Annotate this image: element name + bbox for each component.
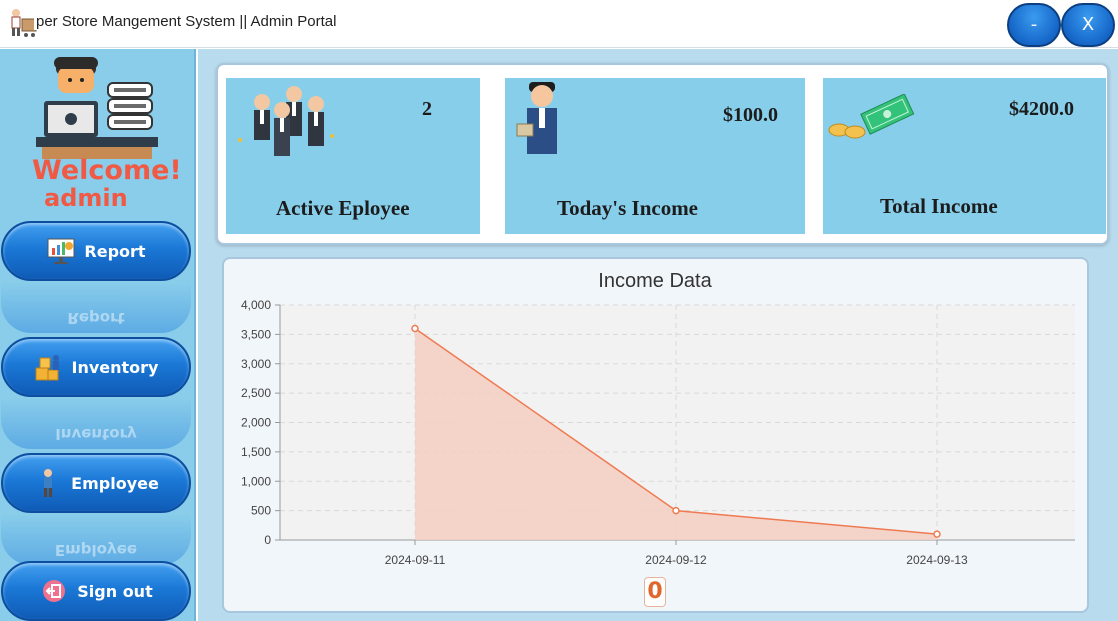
todays-income-label: Today's Income <box>557 196 699 220</box>
employee-label: Employee <box>71 473 159 493</box>
total-income-value: $4200.0 <box>1009 98 1074 120</box>
employee-button[interactable]: Employee <box>1 453 191 513</box>
main-content: 2 Active Eployee $100.0 Today's Income $… <box>198 49 1118 621</box>
active-employee-label: Active Eployee <box>276 196 410 220</box>
inventory-label: Inventory <box>71 357 159 377</box>
employee-reflection-text: Employee <box>54 541 138 559</box>
employees-group-icon <box>238 86 334 156</box>
employee-person-icon <box>44 469 53 497</box>
username-text: admin <box>44 184 128 212</box>
y-tick-label: 0 <box>264 533 271 547</box>
income-chart-panel: 0 500 1,000 1,500 2,000 2,500 3,000 3,500 4,000 2… <box>222 257 1089 613</box>
inventory-boxes-icon <box>35 355 59 381</box>
data-point <box>672 506 680 515</box>
admin-avatar-icon <box>36 57 158 159</box>
x-tick-label: 2024-09-13 <box>906 553 968 567</box>
inventory-reflection-text: Inventory <box>55 425 137 443</box>
income-area-chart: 0 500 1,000 1,500 2,000 2,500 3,000 3,500 4,000 2… <box>241 270 1075 567</box>
todays-income-card: $100.0 Today's Income <box>505 78 805 234</box>
data-point <box>411 324 419 333</box>
close-button[interactable]: X <box>1061 3 1115 47</box>
title-bar: per Store Mangement System || Admin Port… <box>0 0 1118 48</box>
businessman-money-icon <box>516 82 557 154</box>
report-reflection: Report <box>1 283 191 333</box>
y-tick-label: 1,500 <box>241 445 271 459</box>
todays-income-value: $100.0 <box>723 104 778 126</box>
report-button[interactable]: Report <box>1 221 191 281</box>
chart-title: Income Data <box>598 270 712 292</box>
y-tick-label: 1,000 <box>241 474 271 488</box>
chart-count-badge: 0 <box>644 577 666 607</box>
minimize-button[interactable]: - <box>1007 3 1061 47</box>
inventory-button[interactable]: Inventory <box>1 337 191 397</box>
y-tick-label: 2,000 <box>241 416 271 430</box>
inventory-reflection: Inventory <box>1 399 191 449</box>
report-chart-icon <box>47 238 75 264</box>
sign-out-button[interactable]: Sign out <box>1 561 191 621</box>
x-tick-label: 2024-09-11 <box>385 553 446 567</box>
y-tick-label: 4,000 <box>241 298 271 312</box>
employee-reflection: Employee <box>1 515 191 565</box>
welcome-text: Welcome! <box>32 155 182 186</box>
report-reflection-text: Report <box>67 309 125 327</box>
y-tick-label: 2,500 <box>241 386 271 400</box>
total-income-label: Total Income <box>880 194 998 218</box>
sign-out-icon <box>43 580 66 602</box>
y-tick-label: 500 <box>251 504 271 518</box>
x-tick-label: 2024-09-12 <box>645 553 707 567</box>
active-employee-card: 2 Active Eployee <box>226 78 480 234</box>
y-tick-label: 3,000 <box>241 357 271 371</box>
active-employee-value: 2 <box>422 98 432 120</box>
sign-out-label: Sign out <box>77 581 153 601</box>
stats-cards-panel: 2 Active Eployee $100.0 Today's Income $… <box>216 63 1109 245</box>
window-title: per Store Mangement System || Admin Port… <box>34 13 337 30</box>
cash-coins-icon <box>828 94 915 139</box>
data-point <box>933 530 941 538</box>
sidebar: Welcome! admin Report Report Inventory I… <box>0 49 196 621</box>
y-tick-label: 3,500 <box>241 327 271 341</box>
total-income-card: $4200.0 Total Income <box>823 78 1106 234</box>
report-label: Report <box>84 241 146 261</box>
